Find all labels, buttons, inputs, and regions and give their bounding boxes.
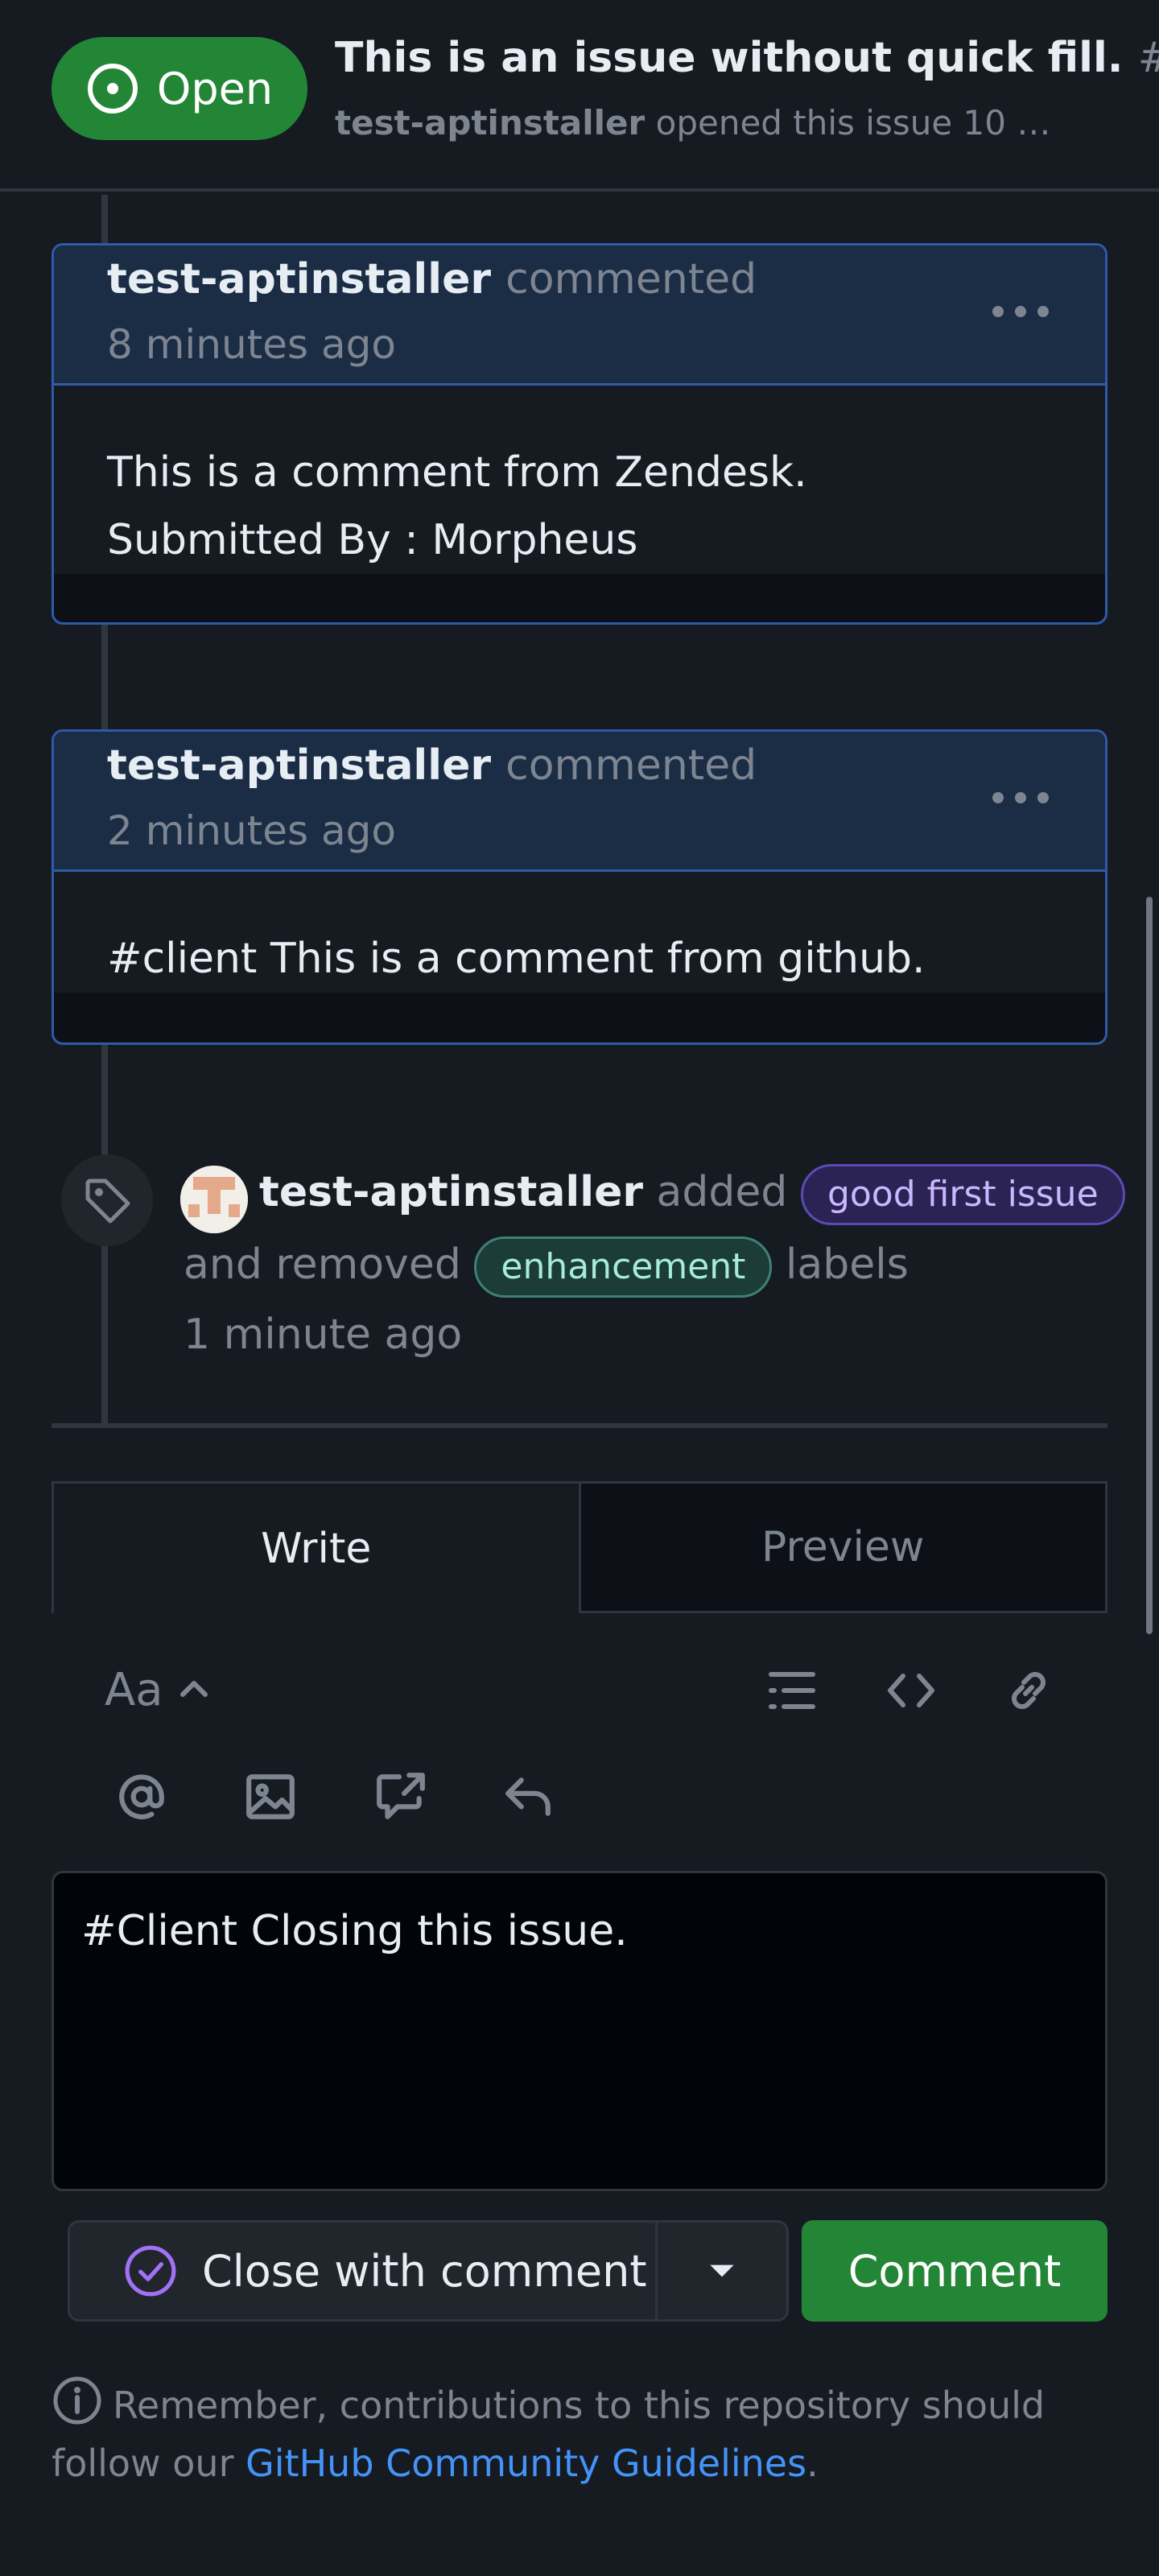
cross-reference-icon [377,1773,425,1819]
issue-open-icon [87,64,138,114]
label-good-first-issue[interactable]: good first issue [800,1164,1125,1225]
event-added-word: added [656,1168,788,1216]
comment-card: test-aptinstaller commented 8 minutes ag… [52,243,1107,625]
identicon-avatar-icon [180,1166,248,1233]
kebab-menu-icon[interactable] [992,302,1049,321]
comment-body-line: Submitted By : Morpheus [107,516,638,564]
issue-meta: test-aptinstaller opened this issue 10 m… [335,103,1075,142]
tag-icon [85,1179,130,1224]
list-icon [769,1672,815,1709]
comment-action: commented [505,741,757,790]
label-event-line-1: test-aptinstaller added good first issue [259,1164,1125,1225]
issue-closed-icon [125,2245,176,2297]
event-removed-prefix: and removed [184,1241,461,1289]
comment-header: test-aptinstaller commented 8 minutes ag… [54,246,1105,386]
issue-author-link[interactable]: test-aptinstaller [335,103,645,142]
code-icon [888,1674,934,1707]
scrollbar[interactable] [1146,897,1153,1634]
link-icon [1012,1672,1046,1709]
community-guidelines-link[interactable]: GitHub Community Guidelines [245,2442,806,2485]
close-issue-button-group: Close with comment [68,2220,789,2322]
comment-author[interactable]: test-aptinstaller [107,255,491,303]
comment-body-line: #client This is a comment from github. [107,935,926,983]
close-options-dropdown[interactable] [658,2223,786,2319]
contribution-note: Remember, contributions to this reposito… [52,2375,1114,2492]
at-mention-icon [119,1774,164,1820]
issue-title: This is an issue without quick fill. #1 [335,34,1159,82]
close-with-comment-label: Close with comment [202,2245,647,2297]
comment-textarea[interactable]: #Client Closing this issue. [52,1871,1107,2191]
label-enhancement[interactable]: enhancement [474,1236,773,1298]
comment-author-line: test-aptinstaller commented [107,741,757,790]
link-button[interactable] [996,1662,1061,1719]
text-style-label: Aa [105,1663,163,1716]
reply-icon [505,1777,551,1816]
issue-state-label: Open [156,63,274,114]
comment-author-line: test-aptinstaller commented [107,255,757,303]
issue-number: #1 [1138,34,1159,82]
editor-tabs: Write Preview [52,1481,1107,1613]
comment-card: test-aptinstaller commented 2 minutes ag… [52,729,1107,1045]
chevron-up-icon [179,1681,208,1697]
list-button[interactable] [760,1662,824,1719]
comment-body-line: This is a comment from Zendesk. [107,448,807,497]
image-button[interactable] [238,1765,303,1829]
tab-preview[interactable]: Preview [578,1481,1107,1613]
label-event-badge [61,1154,153,1246]
comment-body: #client This is a comment from github. [54,872,1105,993]
issue-state-badge: Open [52,37,307,140]
comment-author[interactable]: test-aptinstaller [107,741,491,790]
event-suffix: labels [785,1241,909,1289]
issue-title-text: This is an issue without quick fill. [335,34,1124,82]
comment-header: test-aptinstaller commented 2 minutes ag… [54,732,1105,872]
note-suffix: . [806,2442,819,2485]
text-style-button[interactable]: Aa [105,1653,210,1726]
reference-button[interactable] [369,1765,433,1829]
timeline-divider [52,1423,1107,1428]
info-icon [53,2376,101,2425]
comment-button[interactable]: Comment [802,2220,1107,2322]
avatar[interactable] [180,1166,248,1233]
image-icon [246,1774,295,1819]
caret-down-icon [710,2264,734,2277]
event-timestamp[interactable]: 1 minute ago [184,1311,462,1359]
timeline-rail [101,195,108,245]
close-with-comment-button[interactable]: Close with comment [70,2223,658,2319]
comment-timestamp[interactable]: 2 minutes ago [107,807,396,854]
timeline-rail [101,625,108,729]
code-button[interactable] [879,1662,943,1719]
tab-write[interactable]: Write [52,1481,579,1613]
saved-reply-button[interactable] [496,1765,560,1829]
kebab-menu-icon[interactable] [992,788,1049,807]
comment-body: This is a comment from Zendesk. Submitte… [54,386,1105,574]
comment-action: commented [505,255,757,303]
comment-timestamp[interactable]: 8 minutes ago [107,321,396,368]
mention-button[interactable] [109,1765,174,1829]
event-user[interactable]: test-aptinstaller [259,1168,643,1216]
issue-header: Open This is an issue without quick fill… [0,0,1159,192]
issue-meta-text: opened this issue 10 minu… [655,103,1075,142]
label-event-line-2: and removed enhancement labels [184,1236,909,1298]
